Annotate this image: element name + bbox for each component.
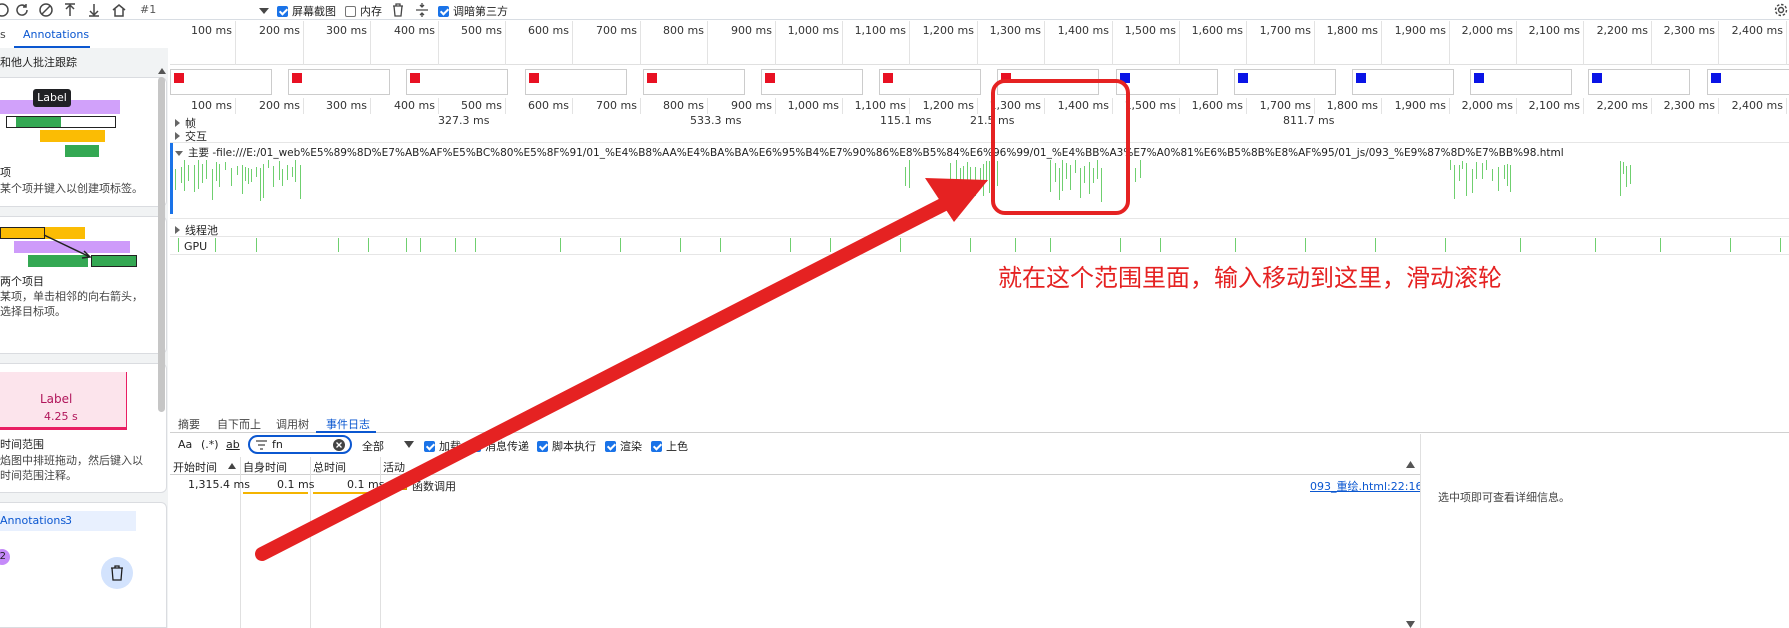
pointer-arrow-shaft: [262, 196, 960, 554]
annotation-instruction: 就在这个范围里面，输入移动到这里，滑动滚轮: [998, 258, 1502, 293]
performance-panel: #1 屏幕截图 内存 调暗第三方 s Annotations 和他人批注跟踪 L…: [0, 0, 1789, 628]
highlight-rectangle: [993, 81, 1128, 213]
annotation-overlay: [0, 0, 1789, 628]
